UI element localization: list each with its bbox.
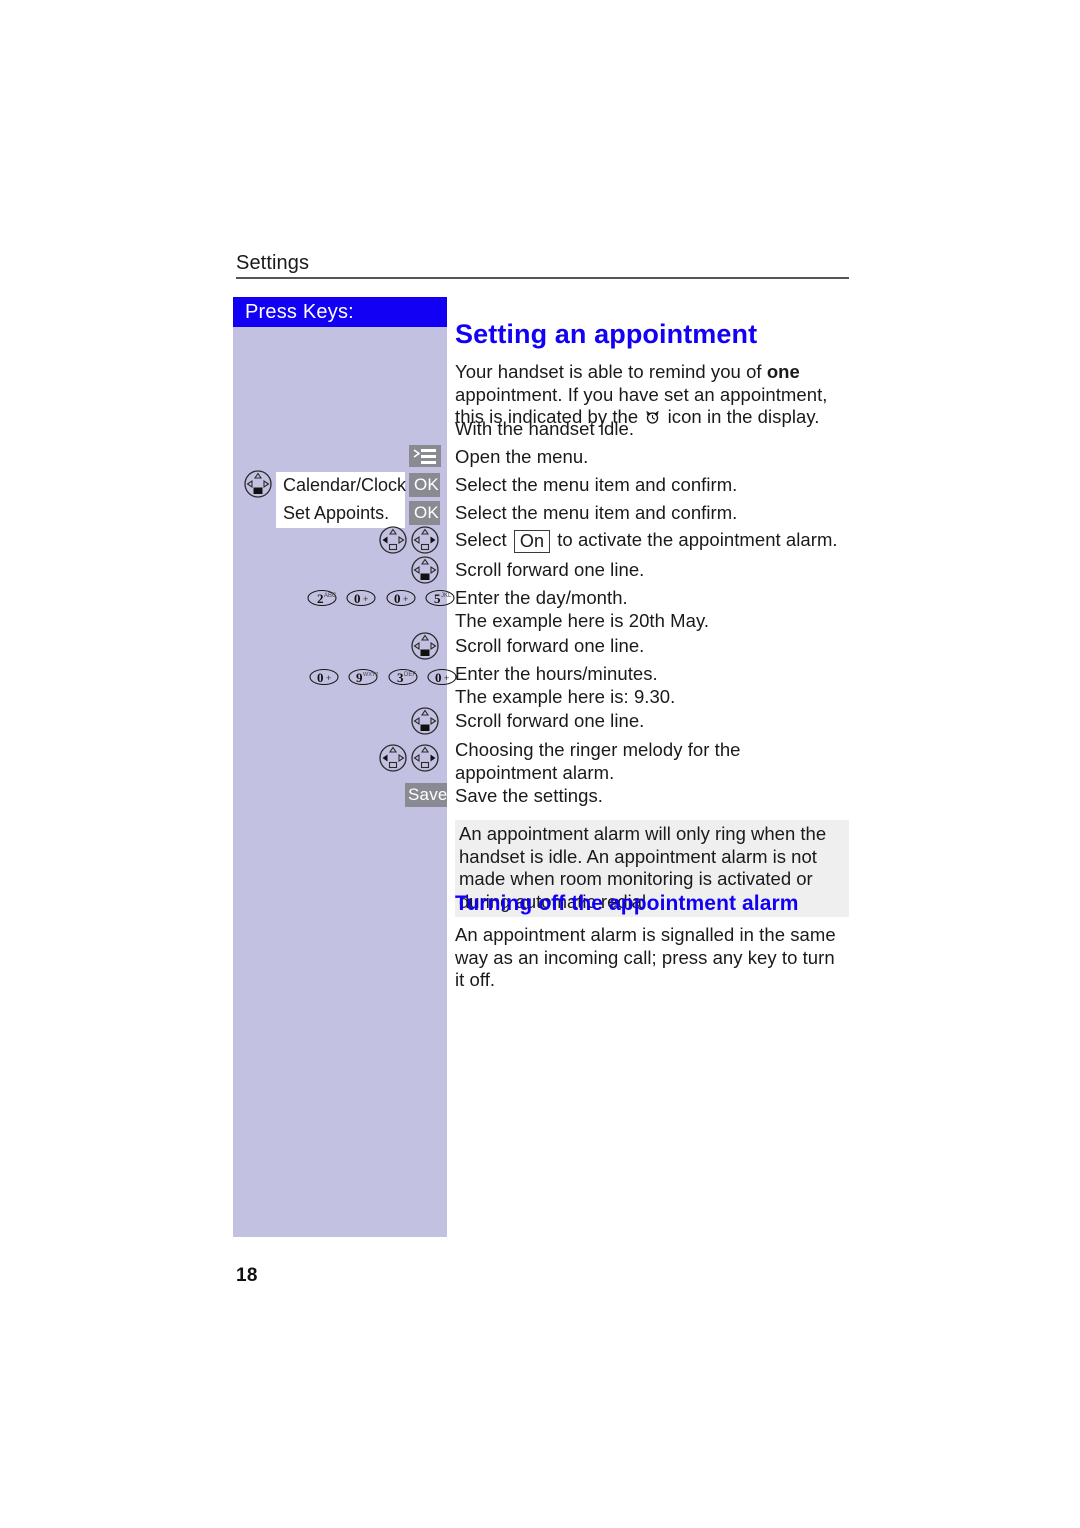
step-label-2: Select the menu item and confirm. bbox=[455, 474, 738, 495]
svg-text:0: 0 bbox=[435, 670, 442, 685]
nav-key-glyph-down-4 bbox=[411, 707, 439, 735]
ok-button-2-label: OK bbox=[409, 501, 440, 525]
step-label-8: Enter the hours/minutes. bbox=[455, 663, 658, 684]
ok-button-2[interactable]: OK bbox=[409, 501, 440, 525]
step-text-enter-hours-minutes: Enter the hours/minutes. The example her… bbox=[455, 663, 855, 708]
running-head-label: Settings bbox=[236, 252, 310, 274]
display-box-set-appoints-label: Set Appoints. bbox=[276, 500, 405, 528]
svg-text:WXYZ: WXYZ bbox=[363, 672, 378, 678]
svg-text:+: + bbox=[403, 594, 408, 604]
step-label-4: Select On to activate the appointment al… bbox=[455, 529, 855, 553]
nav-key-down-icon[interactable] bbox=[244, 470, 272, 503]
section-subtitle: Turning off the appointment alarm bbox=[455, 892, 799, 915]
ok-button-1[interactable]: OK bbox=[409, 473, 440, 497]
nav-key-left-icon[interactable] bbox=[379, 526, 407, 559]
step-label-10: Choosing the ringer melody for the appoi… bbox=[455, 739, 741, 783]
svg-text:+: + bbox=[444, 673, 449, 683]
nav-key-glyph-left-2 bbox=[379, 744, 407, 772]
number-key-9[interactable]: 9 WXYZ bbox=[348, 668, 378, 685]
nav-key-glyph-down-3 bbox=[411, 632, 439, 660]
step-text-scroll-1: Scroll forward one line. bbox=[455, 559, 855, 582]
step-4-suffix: to activate the appointment alarm. bbox=[552, 529, 838, 550]
number-key-0-c[interactable]: 0 + bbox=[309, 668, 339, 685]
number-keys-row-1: 2 ABC 0 + 0 + 5 JKL bbox=[307, 589, 455, 611]
number-key-0-d[interactable]: 0 + bbox=[427, 668, 457, 685]
closing-paragraph: An appointment alarm is signalled in the… bbox=[455, 924, 836, 990]
svg-text:0: 0 bbox=[354, 591, 361, 606]
number-key-0-a[interactable]: 0 + bbox=[346, 589, 376, 606]
svg-text:ABC: ABC bbox=[324, 593, 337, 599]
nav-key-glyph-down-2 bbox=[411, 556, 439, 584]
display-box-set-appoints[interactable]: Set Appoints. bbox=[276, 500, 405, 528]
svg-text:5: 5 bbox=[434, 591, 441, 606]
step-text-scroll-3: Scroll forward one line. bbox=[455, 710, 855, 733]
nav-key-glyph-down bbox=[244, 470, 272, 498]
nav-key-right-icon[interactable] bbox=[411, 526, 439, 559]
nav-key-down-icon-3[interactable] bbox=[411, 632, 439, 665]
svg-text:+: + bbox=[363, 594, 368, 604]
step-text-enter-day-month: Enter the day/month. The example here is… bbox=[455, 587, 855, 632]
intro-bold: one bbox=[766, 361, 800, 382]
menu-key-icon[interactable] bbox=[409, 445, 441, 467]
nav-key-glyph-left bbox=[379, 526, 407, 554]
step-label-11: Save the settings. bbox=[455, 785, 603, 806]
step-text-save-settings: Save the settings. bbox=[455, 785, 855, 808]
display-box-calendar-clock-label: Calendar/Clock bbox=[276, 472, 406, 500]
number-key-2[interactable]: 2 ABC bbox=[307, 589, 337, 606]
running-head-rule bbox=[236, 277, 849, 279]
svg-text:2: 2 bbox=[317, 591, 324, 606]
step-label-7: Scroll forward one line. bbox=[455, 635, 645, 656]
nav-key-right-icon-2[interactable] bbox=[411, 744, 439, 777]
menu-key-glyph bbox=[409, 445, 441, 467]
step-label-6: Enter the day/month. bbox=[455, 587, 628, 608]
nav-key-left-icon-2[interactable] bbox=[379, 744, 407, 777]
step-label-6b: The example here is 20th May. bbox=[455, 609, 710, 631]
step-text-select-on: Select On to activate the appointment al… bbox=[455, 529, 855, 553]
step-text-handset-idle: With the handset idle. bbox=[455, 418, 855, 441]
step-label-8b: The example here is: 9.30. bbox=[455, 685, 676, 707]
svg-text:0: 0 bbox=[394, 591, 401, 606]
display-box-calendar-clock[interactable]: Calendar/Clock bbox=[276, 472, 406, 500]
press-keys-header-label: Press Keys: bbox=[245, 301, 354, 323]
number-key-5[interactable]: 5 JKL bbox=[425, 589, 455, 606]
step-text-select-confirm-1: Select the menu item and confirm. bbox=[455, 474, 855, 497]
nav-key-glyph-right-2 bbox=[411, 744, 439, 772]
svg-text:0: 0 bbox=[317, 670, 324, 685]
number-keys-row-2: 0 + 9 WXYZ 3 DEF 0 + bbox=[309, 668, 457, 690]
svg-text:+: + bbox=[326, 673, 331, 683]
step-4-prefix: Select bbox=[455, 529, 512, 550]
running-head: Settings bbox=[236, 251, 849, 279]
save-button-label: Save bbox=[405, 783, 447, 807]
manual-page: Settings Press Keys: Calendar/Clock OK S… bbox=[0, 0, 1080, 1528]
page-number: 18 bbox=[236, 1265, 258, 1286]
step-text-open-menu: Open the menu. bbox=[455, 446, 855, 469]
ok-button-1-label: OK bbox=[409, 473, 440, 497]
step-text-select-confirm-2: Select the menu item and confirm. bbox=[455, 502, 855, 525]
number-key-0-b[interactable]: 0 + bbox=[386, 589, 416, 606]
step-label-9: Scroll forward one line. bbox=[455, 710, 645, 731]
step-text-scroll-2: Scroll forward one line. bbox=[455, 635, 855, 658]
nav-key-glyph-right bbox=[411, 526, 439, 554]
press-keys-header: Press Keys: bbox=[233, 297, 447, 327]
step-label-5: Scroll forward one line. bbox=[455, 559, 645, 580]
step-label-1: Open the menu. bbox=[455, 446, 589, 467]
save-button[interactable]: Save bbox=[405, 783, 447, 807]
intro-text-1: Your handset is able to remind you of bbox=[455, 361, 767, 382]
svg-text:JKL: JKL bbox=[441, 593, 452, 599]
page-title: Setting an appointment bbox=[455, 319, 758, 349]
svg-text:DEF: DEF bbox=[404, 672, 416, 678]
step-label-0: With the handset idle. bbox=[455, 418, 635, 439]
inline-key-on[interactable]: On bbox=[513, 530, 551, 553]
svg-text:9: 9 bbox=[356, 670, 363, 685]
number-key-3[interactable]: 3 DEF bbox=[388, 668, 418, 685]
nav-key-down-icon-2[interactable] bbox=[411, 556, 439, 589]
step-text-ringer-melody: Choosing the ringer melody for the appoi… bbox=[455, 739, 835, 784]
svg-text:3: 3 bbox=[397, 670, 404, 685]
nav-key-down-icon-4[interactable] bbox=[411, 707, 439, 740]
step-label-3: Select the menu item and confirm. bbox=[455, 502, 738, 523]
